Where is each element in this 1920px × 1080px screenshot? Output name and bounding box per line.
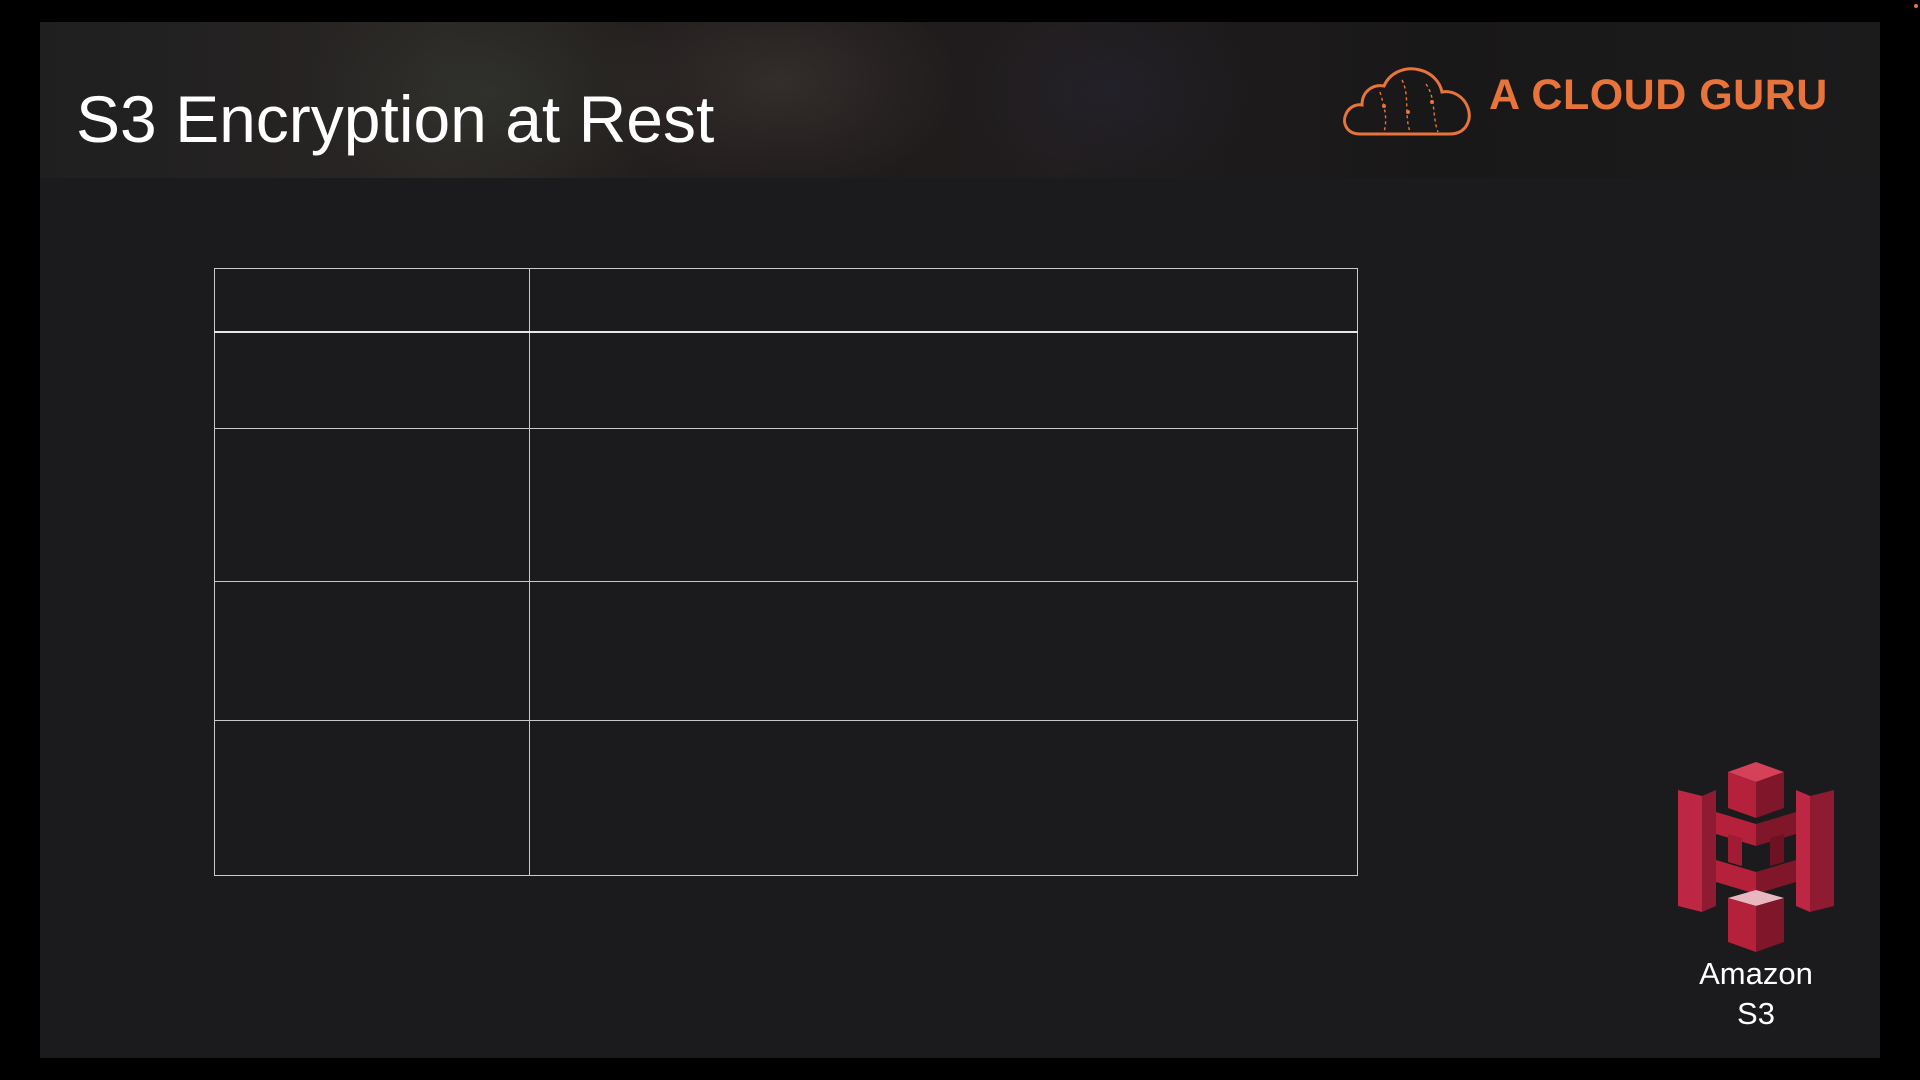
cloud-logo-icon bbox=[1343, 67, 1471, 136]
amazon-s3-label-line2: S3 bbox=[1737, 996, 1775, 1031]
table-row bbox=[214, 331, 1358, 429]
presentation-slide: S3 Encryption at Rest A CLOUD GURU Amazo… bbox=[40, 22, 1880, 1058]
slide-header: S3 Encryption at Rest A CLOUD GURU bbox=[40, 22, 1880, 178]
table-cell bbox=[529, 428, 1358, 582]
table-row bbox=[214, 720, 1358, 876]
brand-name: A CLOUD GURU bbox=[1489, 71, 1828, 119]
table-cell bbox=[529, 720, 1358, 876]
table-header-row bbox=[214, 268, 1358, 333]
table-cell bbox=[214, 428, 530, 582]
table-cell bbox=[214, 581, 530, 721]
table-header-cell bbox=[529, 268, 1358, 333]
amazon-s3-label: Amazon S3 bbox=[1666, 954, 1846, 1034]
amazon-s3-icon bbox=[1678, 762, 1834, 952]
recording-indicator-dot bbox=[1914, 4, 1918, 8]
header-background-blur bbox=[960, 22, 1260, 178]
table-row bbox=[214, 428, 1358, 582]
brand-logo: A CLOUD GURU bbox=[1340, 62, 1860, 162]
amazon-s3-badge: Amazon S3 bbox=[1666, 762, 1846, 1052]
table-header-cell bbox=[214, 268, 530, 333]
table-cell bbox=[529, 581, 1358, 721]
table-row bbox=[214, 581, 1358, 721]
table-cell bbox=[529, 331, 1358, 429]
slide-title: S3 Encryption at Rest bbox=[76, 82, 715, 156]
encryption-table bbox=[214, 268, 1358, 876]
amazon-s3-label-line1: Amazon bbox=[1699, 956, 1813, 991]
table-cell bbox=[214, 720, 530, 876]
table-cell bbox=[214, 331, 530, 429]
